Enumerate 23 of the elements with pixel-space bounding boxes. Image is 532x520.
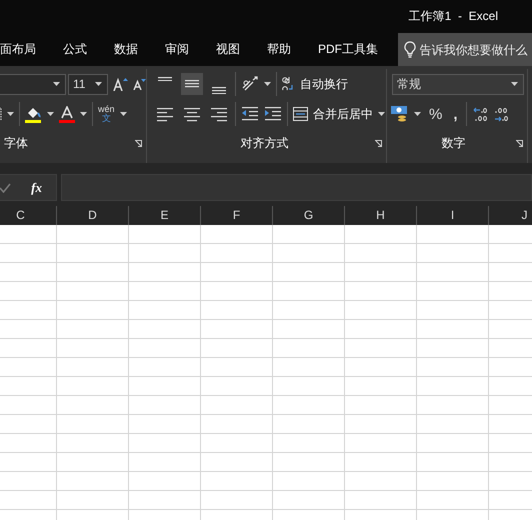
group-label: 对齐方式: [240, 134, 288, 152]
ribbon-tab[interactable]: 数据: [100, 33, 152, 66]
ribbon-tab[interactable]: 面布局: [0, 33, 50, 66]
group-label: 数字: [442, 134, 466, 152]
phonetic-guide-button[interactable]: wén 文: [98, 105, 115, 123]
ribbon-tab[interactable]: 视图: [202, 33, 254, 66]
tell-me-search-field[interactable]: 告诉我你想要做什么: [420, 42, 530, 56]
ribbon-tab[interactable]: 公式: [50, 33, 100, 66]
font-size-field[interactable]: 11: [73, 77, 90, 91]
comma-style-button[interactable]: ,: [450, 106, 461, 122]
ribbon-tab[interactable]: 审阅: [152, 33, 202, 66]
merge-and-center-button[interactable]: 合并后居中: [293, 106, 373, 122]
number-format-field[interactable]: 常规: [397, 77, 470, 91]
group-label: 字体: [3, 134, 28, 152]
ribbon-tab[interactable]: 帮助: [254, 33, 304, 66]
window-title: 工作簿1 - Excel: [408, 8, 498, 25]
tell-me-box[interactable]: 告诉我你想要做什么: [398, 33, 532, 66]
ribbon-tab[interactable]: PDF工具集: [304, 33, 392, 66]
wrap-text-button[interactable]: 自动换行: [282, 76, 348, 92]
insert-function-button[interactable]: fx: [31, 180, 42, 196]
number-format-dropdown[interactable]: 常规: [392, 74, 524, 94]
font-size-dropdown[interactable]: 11: [68, 74, 108, 94]
percent-style-button[interactable]: %: [426, 106, 446, 122]
